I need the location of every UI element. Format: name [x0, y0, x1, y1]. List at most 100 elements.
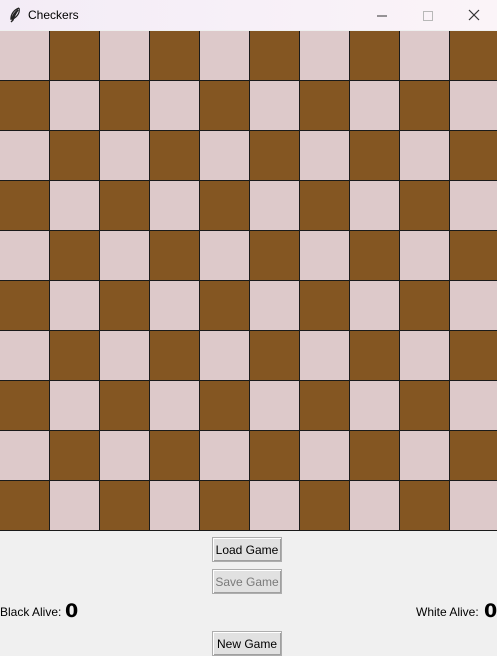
board-square-r1-c1[interactable]	[50, 81, 100, 131]
title-bar[interactable]: Checkers	[0, 0, 497, 30]
board-square-r9-c9[interactable]	[450, 481, 497, 531]
board-square-r1-c9[interactable]	[450, 81, 497, 131]
board-square-r8-c0[interactable]	[0, 431, 50, 481]
board-square-r4-c0[interactable]	[0, 231, 50, 281]
board-square-r0-c0[interactable]	[0, 31, 50, 81]
new-game-button[interactable]: New Game	[212, 631, 282, 656]
board-square-r4-c8[interactable]	[400, 231, 450, 281]
board-square-r3-c2[interactable]	[100, 181, 150, 231]
board-square-r4-c4[interactable]	[200, 231, 250, 281]
board-square-r8-c8[interactable]	[400, 431, 450, 481]
board-square-r8-c2[interactable]	[100, 431, 150, 481]
board-square-r4-c6[interactable]	[300, 231, 350, 281]
board-square-r5-c9[interactable]	[450, 281, 497, 331]
board-square-r3-c5[interactable]	[250, 181, 300, 231]
board-square-r0-c7[interactable]	[350, 31, 400, 81]
board-square-r1-c7[interactable]	[350, 81, 400, 131]
board-square-r1-c2[interactable]	[100, 81, 150, 131]
board-square-r8-c4[interactable]	[200, 431, 250, 481]
board-square-r7-c4[interactable]	[200, 381, 250, 431]
board-square-r0-c5[interactable]	[250, 31, 300, 81]
board-square-r3-c7[interactable]	[350, 181, 400, 231]
board-square-r0-c6[interactable]	[300, 31, 350, 81]
board-square-r8-c1[interactable]	[50, 431, 100, 481]
board-square-r4-c3[interactable]	[150, 231, 200, 281]
board-square-r9-c6[interactable]	[300, 481, 350, 531]
board-square-r7-c9[interactable]	[450, 381, 497, 431]
board-square-r9-c1[interactable]	[50, 481, 100, 531]
board-square-r7-c7[interactable]	[350, 381, 400, 431]
board-square-r6-c1[interactable]	[50, 331, 100, 381]
board-square-r3-c3[interactable]	[150, 181, 200, 231]
board-square-r1-c0[interactable]	[0, 81, 50, 131]
board-square-r5-c4[interactable]	[200, 281, 250, 331]
board-square-r4-c9[interactable]	[450, 231, 497, 281]
board-square-r6-c0[interactable]	[0, 331, 50, 381]
board-square-r3-c8[interactable]	[400, 181, 450, 231]
board-square-r1-c8[interactable]	[400, 81, 450, 131]
board-square-r3-c9[interactable]	[450, 181, 497, 231]
board-square-r5-c3[interactable]	[150, 281, 200, 331]
save-game-button[interactable]: Save Game	[212, 569, 282, 594]
board-square-r9-c4[interactable]	[200, 481, 250, 531]
board-square-r0-c2[interactable]	[100, 31, 150, 81]
board-square-r2-c2[interactable]	[100, 131, 150, 181]
board-square-r6-c6[interactable]	[300, 331, 350, 381]
board-square-r5-c0[interactable]	[0, 281, 50, 331]
board-square-r7-c3[interactable]	[150, 381, 200, 431]
board-square-r7-c2[interactable]	[100, 381, 150, 431]
checkers-board[interactable]	[0, 31, 497, 531]
board-square-r8-c5[interactable]	[250, 431, 300, 481]
board-square-r4-c7[interactable]	[350, 231, 400, 281]
board-square-r7-c8[interactable]	[400, 381, 450, 431]
board-square-r1-c6[interactable]	[300, 81, 350, 131]
board-square-r2-c4[interactable]	[200, 131, 250, 181]
board-square-r6-c3[interactable]	[150, 331, 200, 381]
board-square-r0-c8[interactable]	[400, 31, 450, 81]
board-square-r8-c7[interactable]	[350, 431, 400, 481]
board-square-r1-c3[interactable]	[150, 81, 200, 131]
board-square-r7-c5[interactable]	[250, 381, 300, 431]
board-square-r9-c8[interactable]	[400, 481, 450, 531]
board-square-r6-c7[interactable]	[350, 331, 400, 381]
board-square-r2-c0[interactable]	[0, 131, 50, 181]
board-square-r4-c5[interactable]	[250, 231, 300, 281]
board-square-r3-c4[interactable]	[200, 181, 250, 231]
board-square-r4-c1[interactable]	[50, 231, 100, 281]
board-square-r0-c1[interactable]	[50, 31, 100, 81]
board-square-r0-c9[interactable]	[450, 31, 497, 81]
board-square-r6-c4[interactable]	[200, 331, 250, 381]
board-square-r5-c1[interactable]	[50, 281, 100, 331]
minimize-button[interactable]	[359, 0, 405, 30]
board-square-r3-c1[interactable]	[50, 181, 100, 231]
board-square-r9-c2[interactable]	[100, 481, 150, 531]
board-square-r2-c3[interactable]	[150, 131, 200, 181]
board-square-r0-c4[interactable]	[200, 31, 250, 81]
maximize-button[interactable]	[405, 0, 451, 30]
board-square-r4-c2[interactable]	[100, 231, 150, 281]
board-square-r2-c5[interactable]	[250, 131, 300, 181]
close-button[interactable]	[451, 0, 497, 30]
board-square-r5-c8[interactable]	[400, 281, 450, 331]
board-square-r9-c3[interactable]	[150, 481, 200, 531]
board-square-r1-c4[interactable]	[200, 81, 250, 131]
board-square-r6-c2[interactable]	[100, 331, 150, 381]
board-square-r2-c6[interactable]	[300, 131, 350, 181]
board-square-r2-c1[interactable]	[50, 131, 100, 181]
board-square-r3-c6[interactable]	[300, 181, 350, 231]
board-square-r7-c0[interactable]	[0, 381, 50, 431]
board-square-r8-c6[interactable]	[300, 431, 350, 481]
board-square-r8-c9[interactable]	[450, 431, 497, 481]
board-square-r2-c7[interactable]	[350, 131, 400, 181]
board-square-r8-c3[interactable]	[150, 431, 200, 481]
board-square-r7-c1[interactable]	[50, 381, 100, 431]
board-square-r6-c9[interactable]	[450, 331, 497, 381]
board-square-r5-c2[interactable]	[100, 281, 150, 331]
board-square-r5-c6[interactable]	[300, 281, 350, 331]
board-square-r0-c3[interactable]	[150, 31, 200, 81]
board-square-r3-c0[interactable]	[0, 181, 50, 231]
board-square-r1-c5[interactable]	[250, 81, 300, 131]
load-game-button[interactable]: Load Game	[212, 537, 282, 562]
board-square-r9-c0[interactable]	[0, 481, 50, 531]
board-square-r6-c5[interactable]	[250, 331, 300, 381]
